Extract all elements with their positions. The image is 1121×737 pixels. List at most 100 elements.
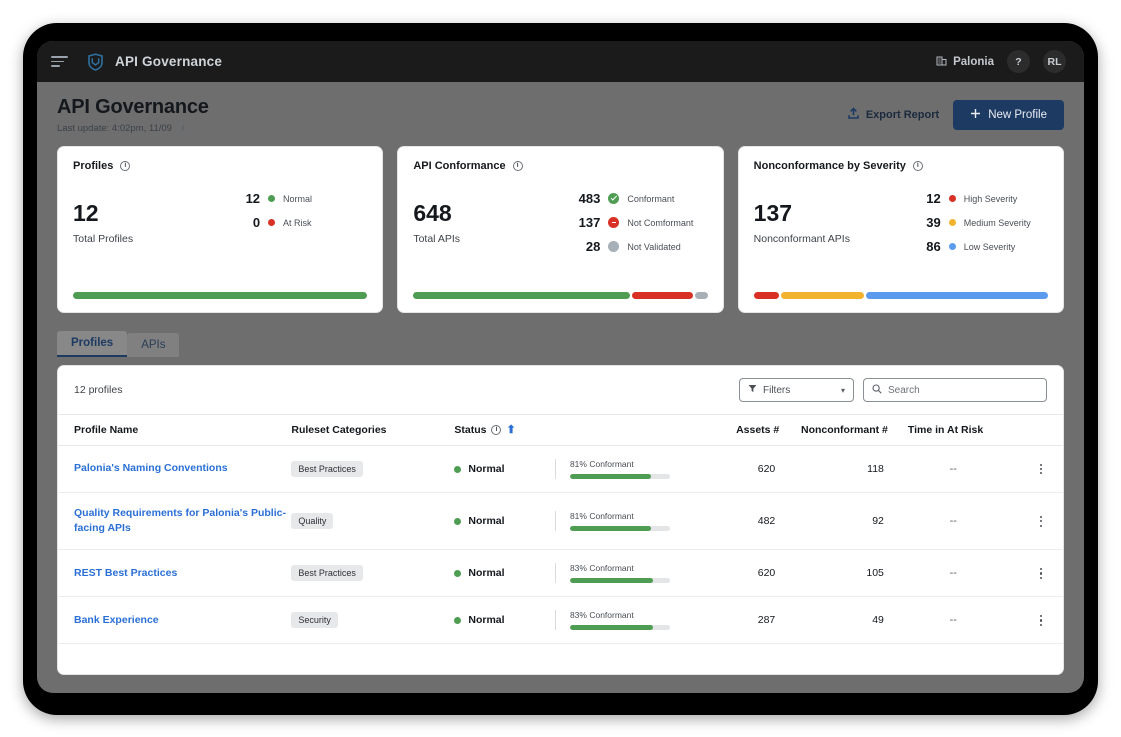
cell-status: Normal — [454, 597, 555, 644]
sort-ascending-arrow-icon[interactable]: ⬆ — [506, 425, 515, 436]
column-status[interactable]: Status i ⬆ — [454, 415, 555, 446]
app-screen: API Governance Palonia ? — [37, 41, 1084, 693]
more-options-icon[interactable] — [1019, 516, 1063, 527]
tab-apis[interactable]: APIs — [127, 333, 179, 357]
info-icon[interactable]: i — [120, 161, 130, 171]
profiles-panel: 12 profiles Filters ▾ — [57, 365, 1064, 675]
legend-label: Not Comformant — [627, 218, 693, 228]
cell-actions — [1019, 493, 1063, 550]
summary-card: Nonconformance by Severity i 137 Nonconf… — [738, 146, 1064, 313]
hamburger-menu-icon[interactable] — [51, 55, 71, 69]
cell-time-at-risk: -- — [888, 597, 1019, 644]
help-button[interactable]: ? — [1007, 50, 1030, 73]
legend-value: 39 — [907, 215, 941, 230]
column-profile-name[interactable]: Profile Name — [58, 415, 291, 446]
legend-value: 137 — [566, 215, 600, 230]
search-input[interactable] — [888, 385, 1038, 396]
avatar[interactable]: RL — [1043, 50, 1066, 73]
legend-dot-icon — [268, 195, 275, 202]
table-row[interactable]: Quality Requirements for Palonia's Publi… — [58, 493, 1063, 550]
card-legend: 12 Normal 0 At Risk — [226, 188, 367, 292]
legend-row: 12 Normal — [226, 191, 367, 206]
table-row[interactable]: Bank Experience Security Normal 83% Conf… — [58, 597, 1063, 644]
conformance-track — [570, 625, 670, 630]
legend-label: Not Validated — [627, 242, 680, 252]
panel-tools: Filters ▾ — [739, 378, 1047, 402]
info-icon[interactable]: i — [913, 161, 923, 171]
page-header-text: API Governance Last update: 4:02pm, 11/0… — [57, 96, 209, 134]
card-title: Nonconformance by Severity i — [754, 160, 1048, 172]
legend-label: At Risk — [283, 218, 312, 228]
cell-profile-name: REST Best Practices — [58, 550, 291, 597]
error-badge-icon — [608, 217, 619, 228]
organization-switcher[interactable]: Palonia — [936, 55, 994, 69]
conformance-text: 81% Conformant — [570, 511, 701, 521]
more-options-icon[interactable] — [1019, 568, 1063, 579]
card-value-label: Total APIs — [413, 233, 566, 245]
cell-profile-name: Bank Experience — [58, 597, 291, 644]
cell-status: Normal — [454, 446, 555, 493]
conformance-text: 83% Conformant — [570, 563, 701, 573]
table-row[interactable]: Palonia's Naming Conventions Best Practi… — [58, 446, 1063, 493]
device-frame: API Governance Palonia ? — [23, 23, 1098, 715]
conformance-meter: 81% Conformant — [555, 511, 701, 531]
info-icon[interactable]: i — [491, 425, 501, 435]
profile-name-link[interactable]: REST Best Practices — [58, 566, 291, 581]
legend-row: 39 Medium Severity — [907, 215, 1048, 230]
conformance-meter: 83% Conformant — [555, 563, 701, 583]
legend-row: 137 Not Comformant — [566, 215, 707, 230]
cell-assets: 482 — [701, 493, 779, 550]
status-dot-icon — [454, 518, 461, 525]
legend-value: 483 — [566, 191, 600, 206]
conformance-text: 83% Conformant — [570, 610, 701, 620]
cell-ruleset-category: Security — [291, 597, 454, 644]
more-options-icon[interactable] — [1019, 464, 1063, 475]
status-label: Normal — [468, 567, 504, 579]
conformance-track — [570, 526, 670, 531]
status-badge: Normal — [454, 614, 555, 626]
profile-name-link[interactable]: Quality Requirements for Palonia's Publi… — [58, 506, 291, 536]
legend-row: 483 Conformant — [566, 191, 707, 206]
status-label: Normal — [468, 515, 504, 527]
profile-name-link[interactable]: Palonia's Naming Conventions — [58, 461, 291, 476]
column-ruleset-categories[interactable]: Ruleset Categories — [291, 415, 454, 446]
search-box[interactable] — [863, 378, 1047, 402]
table-row[interactable]: REST Best Practices Best Practices Norma… — [58, 550, 1063, 597]
card-legend: 12 High Severity 39 Medium Severity 86 L… — [907, 188, 1048, 292]
status-badge: Normal — [454, 567, 555, 579]
search-icon — [872, 381, 882, 399]
cell-conformance: 81% Conformant — [555, 493, 701, 550]
export-report-button[interactable]: Export Report — [847, 107, 939, 123]
column-assets[interactable]: Assets # — [701, 415, 779, 446]
legend-label: Medium Severity — [964, 218, 1031, 228]
column-nonconformant[interactable]: Nonconformant # — [779, 415, 888, 446]
cell-nonconformant: 105 — [779, 550, 888, 597]
status-badge: Normal — [454, 515, 555, 527]
tab-profiles[interactable]: Profiles — [57, 331, 127, 357]
bar-segment — [73, 292, 367, 299]
header-actions: Export Report New Profile — [847, 96, 1064, 130]
info-icon[interactable]: i — [178, 124, 188, 134]
more-options-icon[interactable] — [1019, 615, 1063, 626]
column-time-at-risk[interactable]: Time in At Risk — [888, 415, 1019, 446]
card-body: 137 Nonconformant APIs 12 High Severity … — [754, 188, 1048, 292]
category-chip: Best Practices — [291, 565, 363, 581]
bar-segment — [866, 292, 1048, 299]
conformance-track — [570, 578, 670, 583]
card-value-label: Total Profiles — [73, 233, 226, 245]
conformance-fill — [570, 625, 653, 630]
profile-name-link[interactable]: Bank Experience — [58, 613, 291, 628]
card-value: 12 — [73, 202, 226, 225]
card-primary-metric: 137 Nonconformant APIs — [754, 188, 907, 292]
filters-dropdown[interactable]: Filters ▾ — [739, 378, 854, 402]
cell-ruleset-category: Quality — [291, 493, 454, 550]
conformance-meter: 81% Conformant — [555, 459, 701, 479]
new-profile-button[interactable]: New Profile — [953, 100, 1064, 130]
info-icon[interactable]: i — [513, 161, 523, 171]
legend-dot-icon — [268, 219, 275, 226]
cell-actions — [1019, 550, 1063, 597]
bar-segment — [754, 292, 780, 299]
chevron-down-icon: ▾ — [841, 386, 845, 395]
legend-row: 0 At Risk — [226, 215, 367, 230]
column-actions — [1019, 415, 1063, 446]
